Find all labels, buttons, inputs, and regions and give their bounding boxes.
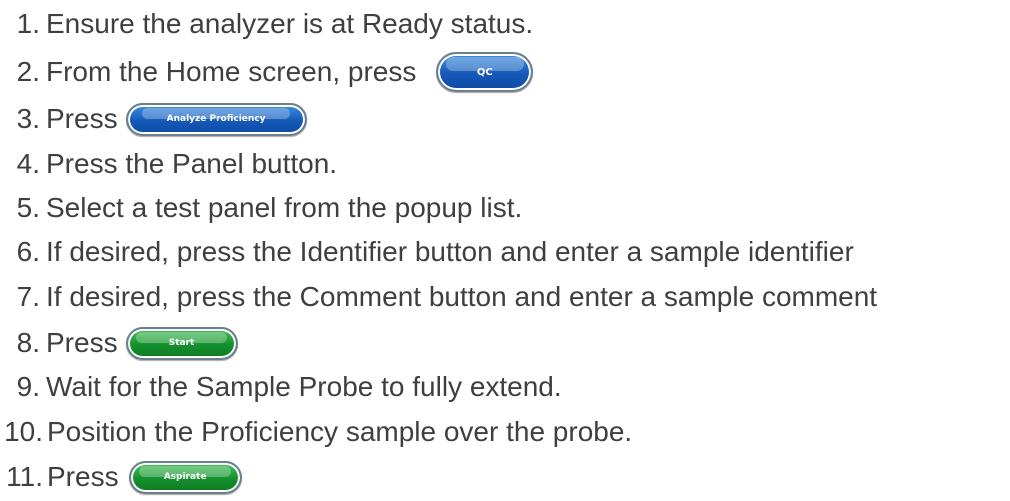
step-9: 9. Wait for the Sample Probe to fully ex… — [0, 365, 562, 409]
step-number: 3. — [16, 103, 40, 134]
step-number: 9. — [16, 371, 40, 402]
step-number: 2. — [16, 56, 40, 87]
step-number: 8. — [16, 327, 40, 358]
step-text: If desired, press the Comment button and… — [46, 281, 878, 312]
step-number: 7. — [16, 281, 40, 312]
step-text: Ensure the analyzer is at Ready status. — [46, 8, 534, 39]
step-10: 10. Position the Proficiency sample over… — [0, 410, 632, 454]
step-text: Press — [46, 103, 118, 134]
qc-button[interactable]: QC — [436, 52, 534, 92]
step-2: 2. From the Home screen, press QC — [0, 50, 534, 94]
step-3: 3. Press Analyze Proficiency — [0, 97, 307, 141]
step-number: 6. — [16, 236, 40, 267]
step-number: 11. — [6, 461, 43, 492]
step-number: 1. — [16, 8, 40, 39]
step-text: Press — [46, 327, 118, 358]
step-11: 11. Press Aspirate — [0, 455, 242, 499]
step-text: Wait for the Sample Probe to fully exten… — [46, 371, 562, 402]
step-4: 4. Press the Panel button. — [0, 142, 337, 186]
analyze-proficiency-button[interactable]: Analyze Proficiency — [125, 102, 307, 136]
start-button[interactable]: Start — [125, 326, 238, 360]
step-text: Position the Proficiency sample over the… — [47, 416, 633, 447]
step-text: From the Home screen, press — [46, 56, 417, 87]
step-5: 5. Select a test panel from the popup li… — [0, 186, 523, 230]
step-8: 8. Press Start — [0, 321, 238, 365]
step-text: Press the Panel button. — [46, 148, 338, 179]
aspirate-button[interactable]: Aspirate — [128, 460, 242, 494]
step-text: If desired, press the Identifier button … — [46, 236, 854, 267]
step-number: 4. — [16, 148, 40, 179]
instruction-list: 1. Ensure the analyzer is at Ready statu… — [0, 0, 1010, 501]
step-text: Select a test panel from the popup list. — [46, 192, 523, 223]
step-6: 6. If desired, press the Identifier butt… — [0, 230, 854, 274]
step-text: Press — [47, 461, 119, 492]
step-7: 7. If desired, press the Comment button … — [0, 275, 877, 319]
step-number: 10. — [4, 416, 43, 447]
step-1: 1. Ensure the analyzer is at Ready statu… — [0, 2, 534, 46]
step-number: 5. — [16, 192, 40, 223]
